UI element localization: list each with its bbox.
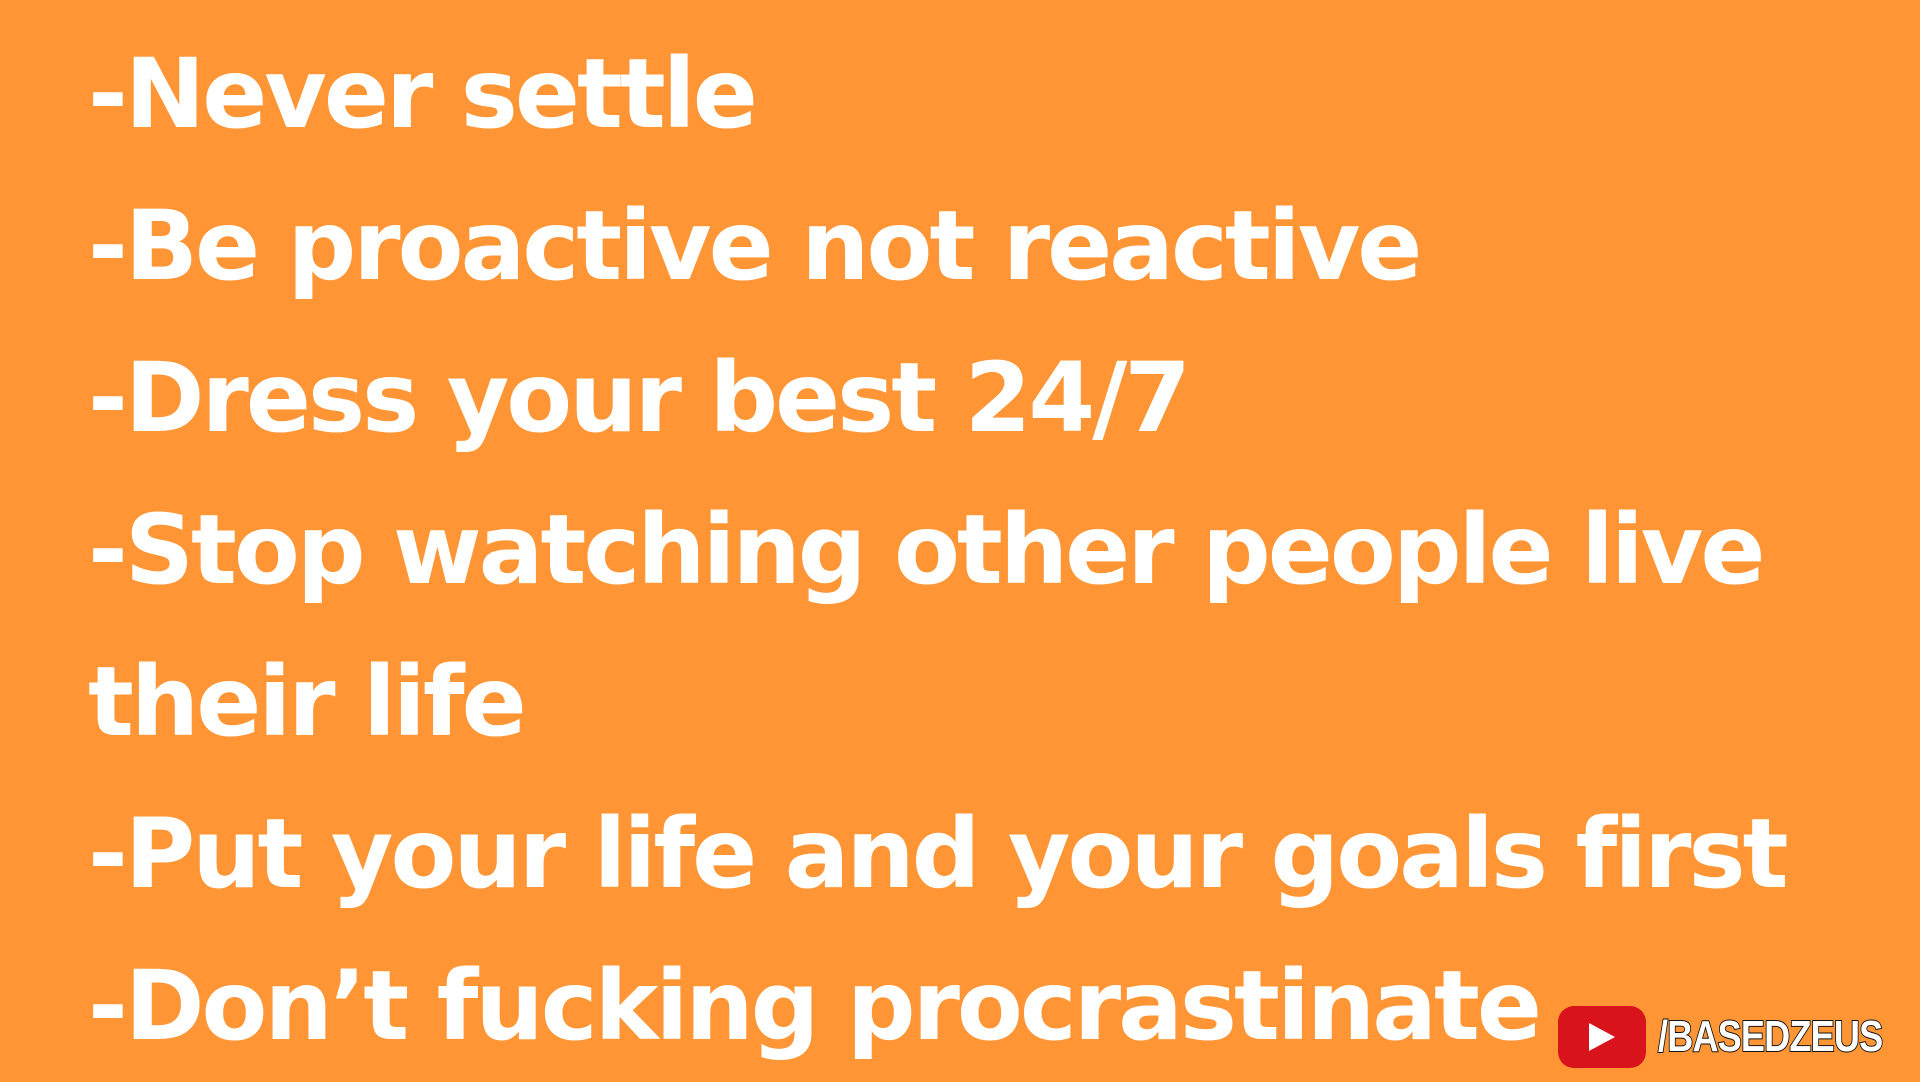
youtube-icon [1558,1006,1647,1068]
tip-dress-best: -Dress your best 24/7 [88,342,1191,454]
tips-list: -Never settle -Be proactive not reactive… [88,18,1848,1082]
tip-stop-watching-continued: their life [88,646,527,758]
channel-watermark: /BASEDZEUS [1558,1006,1894,1068]
tip-stop-watching: -Stop watching other people live [88,494,1765,606]
tip-never-settle: -Never settle [88,38,758,150]
channel-handle: /BASEDZEUS [1658,1011,1885,1062]
tip-put-life-first: -Put your life and your goals first [88,798,1788,910]
tip-be-proactive: -Be proactive not reactive [88,190,1422,302]
